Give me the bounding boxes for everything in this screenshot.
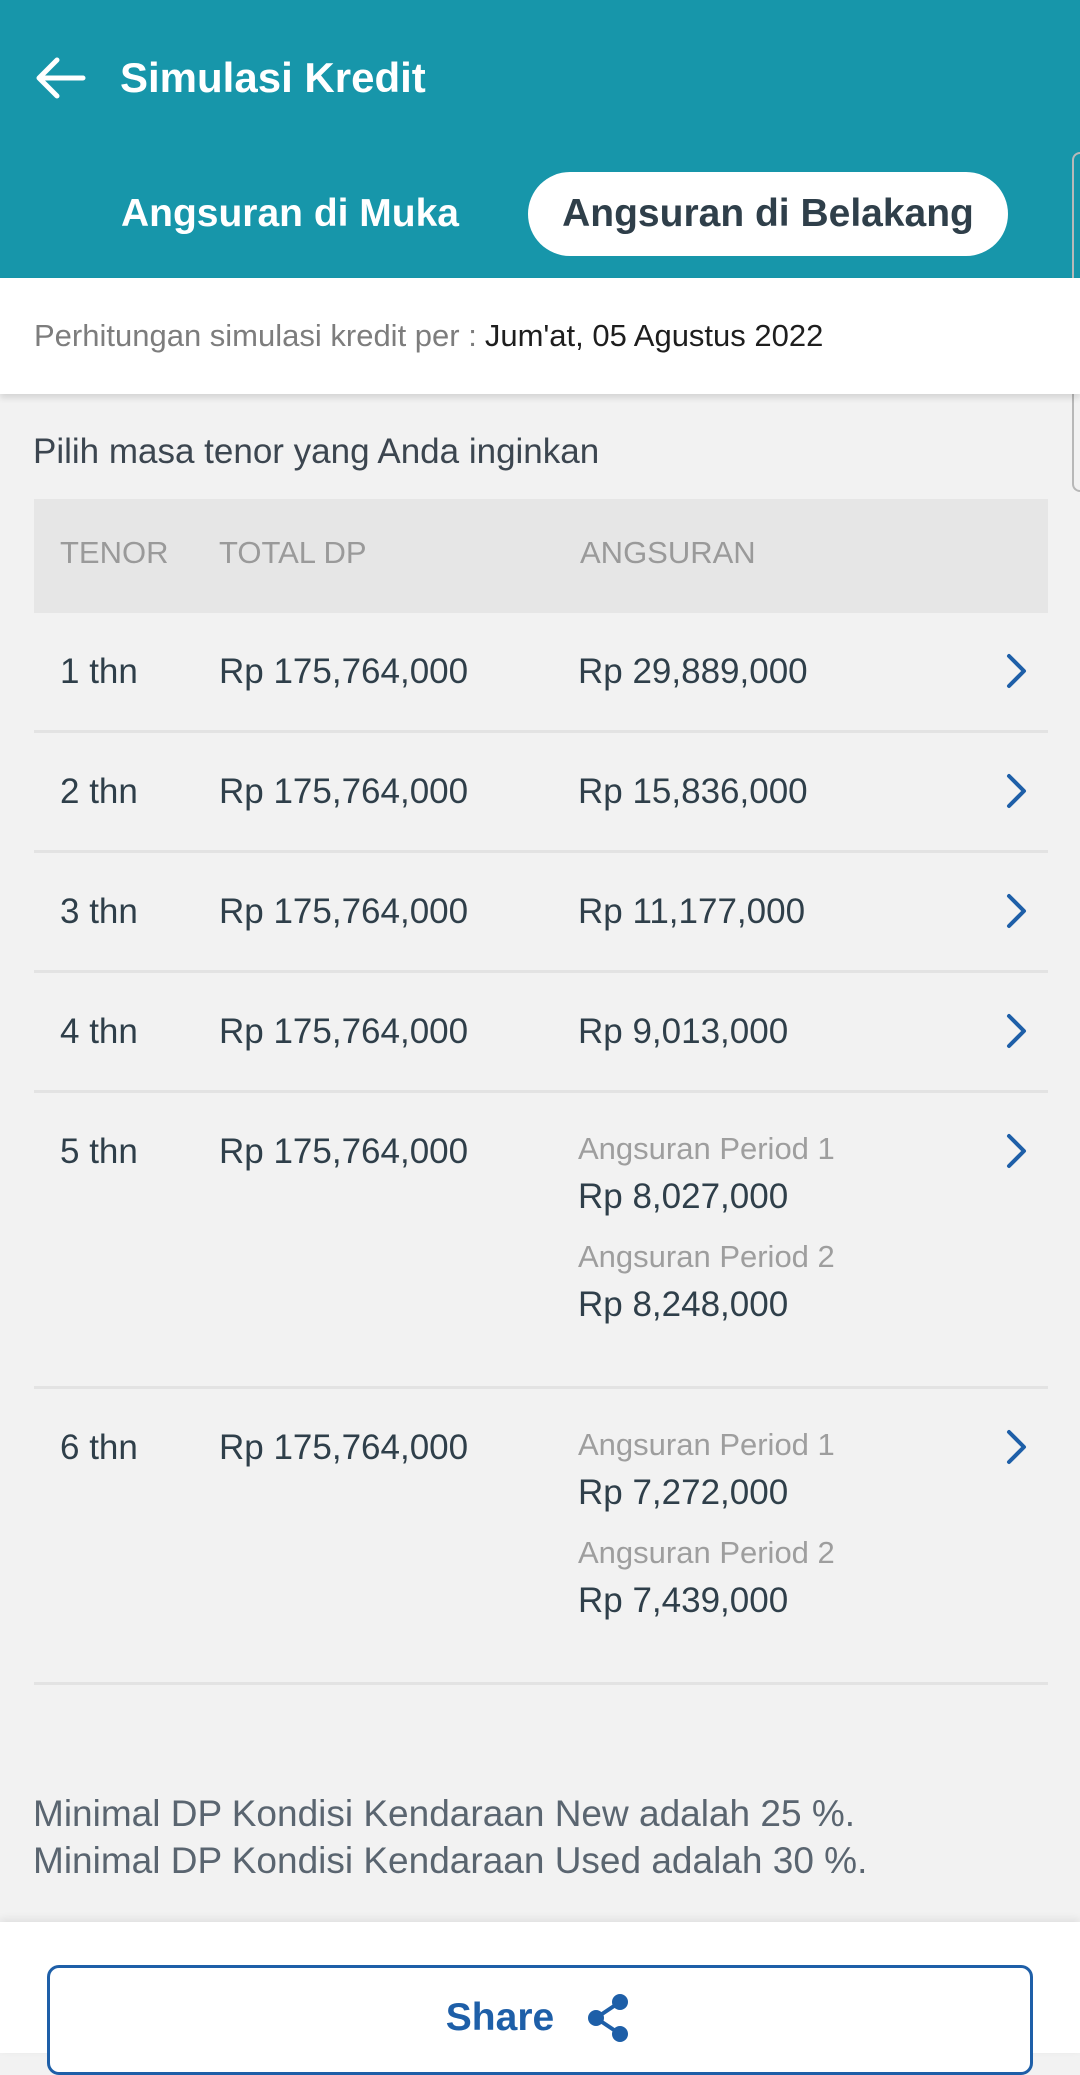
share-button[interactable]: Share bbox=[47, 1965, 1033, 2075]
angsuran-cell: Rp 9,013,000 bbox=[578, 1012, 789, 1051]
table-row[interactable]: 2 thn Rp 175,764,000 Rp 15,836,000 bbox=[34, 733, 1048, 853]
note-line: Minimal DP Kondisi Kendaraan New adalah … bbox=[33, 1793, 856, 1834]
date-label: Perhitungan simulasi kredit per : bbox=[34, 318, 477, 353]
total-dp-cell: Rp 175,764,000 bbox=[219, 1132, 469, 1171]
chevron-right-icon bbox=[1007, 1134, 1026, 1168]
period-2-label: Angsuran Period 2 bbox=[578, 1239, 835, 1274]
total-dp-cell: Rp 175,764,000 bbox=[219, 772, 469, 811]
column-header-total-dp: TOTAL DP bbox=[219, 535, 367, 570]
back-button[interactable] bbox=[30, 52, 90, 104]
total-dp-cell: Rp 175,764,000 bbox=[219, 652, 469, 691]
tenor-cell: 4 thn bbox=[60, 1012, 138, 1051]
total-dp-cell: Rp 175,764,000 bbox=[219, 1012, 469, 1051]
note-line: Minimal DP Kondisi Kendaraan Used adalah… bbox=[33, 1840, 868, 1881]
column-header-angsuran: ANGSURAN bbox=[580, 535, 756, 570]
section-title: Pilih masa tenor yang Anda inginkan bbox=[33, 432, 600, 471]
table-row[interactable]: 1 thn Rp 175,764,000 Rp 29,889,000 bbox=[34, 613, 1048, 733]
table-row[interactable]: 4 thn Rp 175,764,000 Rp 9,013,000 bbox=[34, 973, 1048, 1093]
angsuran-cell: Rp 11,177,000 bbox=[578, 892, 806, 931]
chevron-right-icon bbox=[1007, 1430, 1026, 1464]
total-dp-cell: Rp 175,764,000 bbox=[219, 1428, 469, 1467]
tab-angsuran-di-belakang[interactable]: Angsuran di Belakang bbox=[528, 172, 1008, 256]
dp-notes: Minimal DP Kondisi Kendaraan New adalah … bbox=[33, 1790, 1053, 1902]
angsuran-cell: Rp 15,836,000 bbox=[578, 772, 808, 811]
angsuran-periods: Angsuran Period 1 Rp 7,272,000 Angsuran … bbox=[578, 1427, 835, 1621]
chevron-right-icon bbox=[1007, 654, 1026, 688]
calculation-date-bar: Perhitungan simulasi kredit per : Jum'at… bbox=[0, 278, 1080, 394]
period-1-value: Rp 8,027,000 bbox=[578, 1177, 789, 1216]
table-row[interactable]: 5 thn Rp 175,764,000 Angsuran Period 1 R… bbox=[34, 1093, 1048, 1389]
table-header: TENOR TOTAL DP ANGSURAN bbox=[34, 499, 1048, 613]
share-button-label: Share bbox=[445, 1996, 555, 2039]
table-row[interactable]: 3 thn Rp 175,764,000 Rp 11,177,000 bbox=[34, 853, 1048, 973]
app-header: Simulasi Kredit Angsuran di Muka Angsura… bbox=[0, 0, 1080, 278]
tenor-cell: 3 thn bbox=[60, 892, 138, 931]
period-2-value: Rp 7,439,000 bbox=[578, 1581, 789, 1620]
tenor-cell: 2 thn bbox=[60, 772, 138, 811]
period-1-value: Rp 7,272,000 bbox=[578, 1473, 789, 1512]
chevron-right-icon bbox=[1007, 1014, 1026, 1048]
chevron-right-icon bbox=[1007, 774, 1026, 808]
tenor-cell: 6 thn bbox=[60, 1428, 138, 1467]
period-2-value: Rp 8,248,000 bbox=[578, 1285, 789, 1324]
table-row[interactable]: 6 thn Rp 175,764,000 Angsuran Period 1 R… bbox=[34, 1389, 1048, 1685]
angsuran-cell: Rp 29,889,000 bbox=[578, 652, 808, 691]
chevron-right-icon bbox=[1007, 894, 1026, 928]
angsuran-periods: Angsuran Period 1 Rp 8,027,000 Angsuran … bbox=[578, 1131, 835, 1325]
date-value: Jum'at, 05 Agustus 2022 bbox=[484, 318, 824, 353]
share-icon bbox=[588, 1994, 629, 2042]
bottom-action-bar: Share bbox=[0, 1922, 1080, 2075]
tenor-table: TENOR TOTAL DP ANGSURAN 1 thn Rp 175,764… bbox=[34, 499, 1048, 1685]
tab-angsuran-di-muka[interactable]: Angsuran di Muka bbox=[70, 172, 510, 256]
column-header-tenor: TENOR bbox=[60, 535, 169, 570]
period-1-label: Angsuran Period 1 bbox=[578, 1427, 835, 1462]
period-1-label: Angsuran Period 1 bbox=[578, 1131, 835, 1166]
period-2-label: Angsuran Period 2 bbox=[578, 1535, 835, 1570]
tenor-cell: 1 thn bbox=[60, 652, 138, 691]
page-title: Simulasi Kredit bbox=[120, 54, 426, 101]
tenor-cell: 5 thn bbox=[60, 1132, 138, 1171]
total-dp-cell: Rp 175,764,000 bbox=[219, 892, 469, 931]
arrow-left-icon bbox=[36, 57, 86, 99]
